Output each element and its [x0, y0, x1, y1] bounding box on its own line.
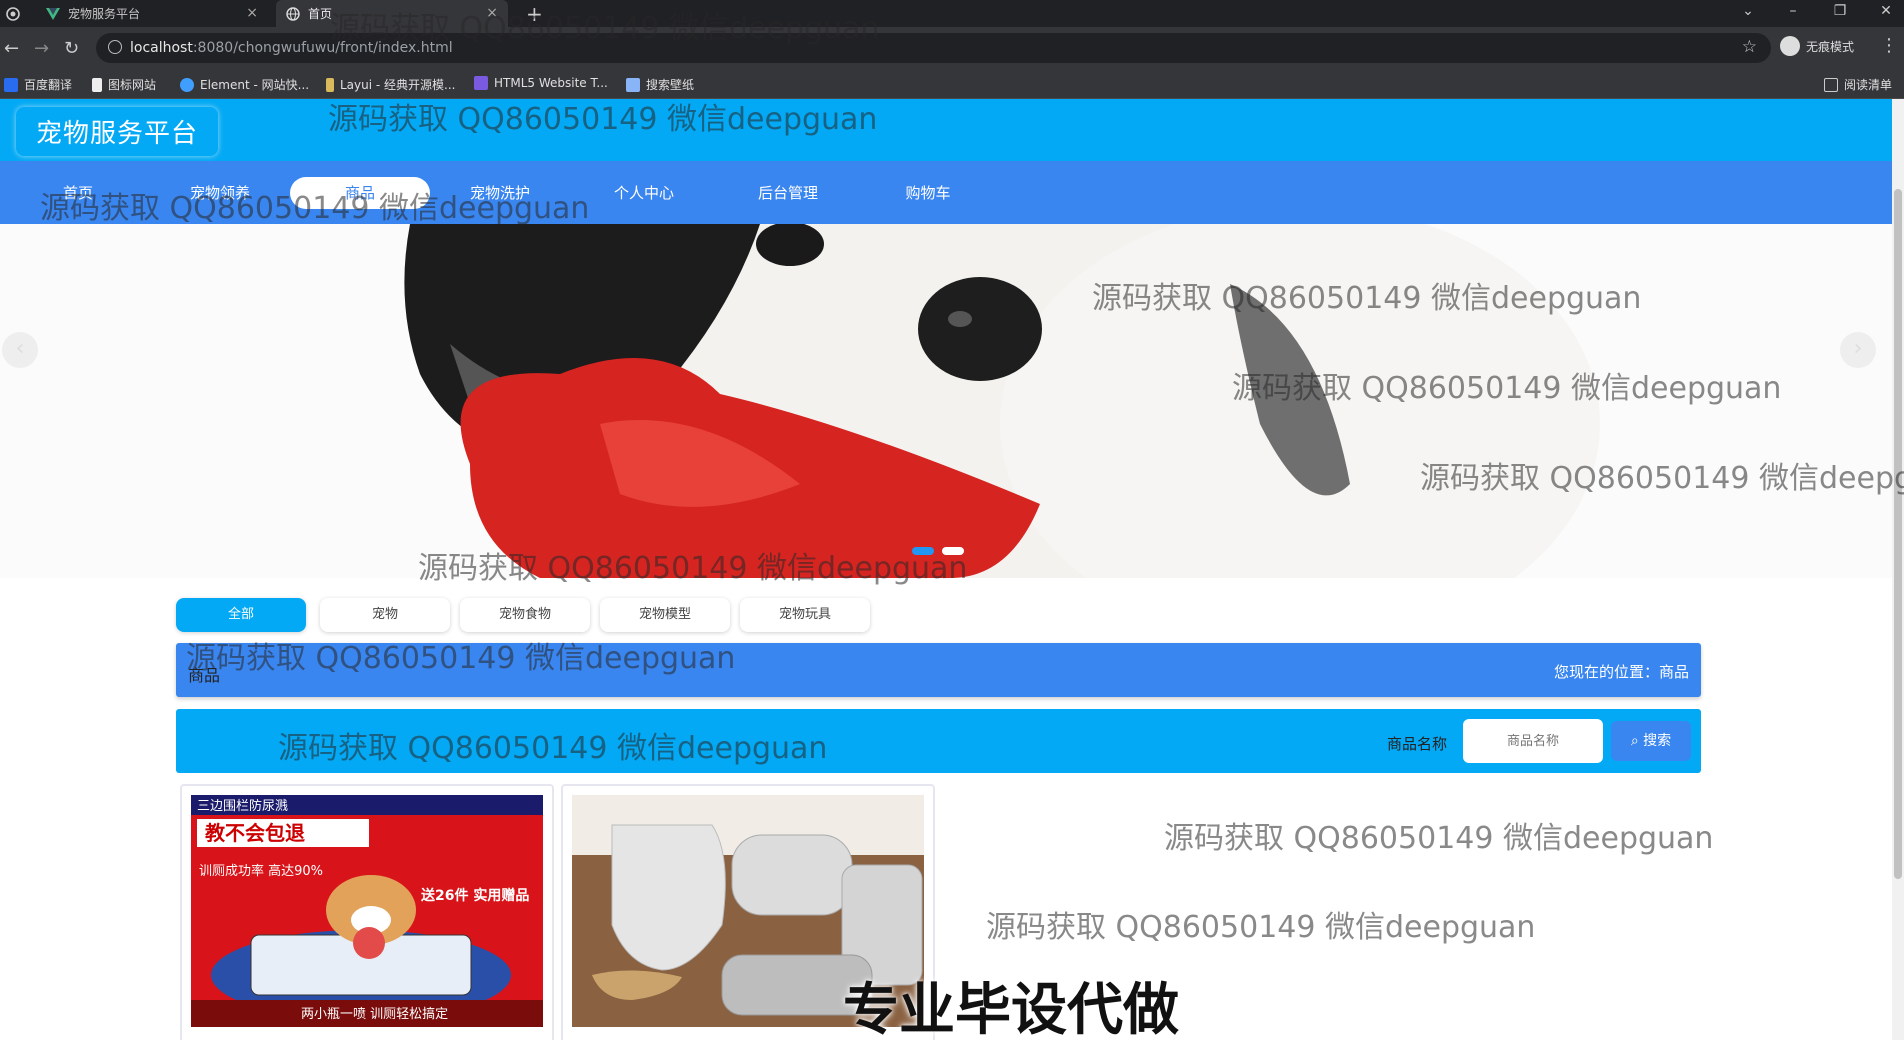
- vue-logo-icon: [46, 7, 60, 21]
- carousel-indicators: [912, 547, 964, 555]
- site-logo[interactable]: 宠物服务平台: [16, 107, 218, 156]
- flag-icon: [92, 77, 102, 92]
- wallpaper-logo-icon: [626, 77, 640, 92]
- puppy-photo: [0, 224, 1892, 578]
- nav-adoption[interactable]: 宠物领养: [150, 177, 290, 209]
- search-button[interactable]: ⌕ 搜索: [1611, 721, 1691, 761]
- address-bar-row: ← → ↻ localhost:8080/chongwufuwu/front/i…: [0, 27, 1904, 69]
- reading-list[interactable]: 阅读清单: [1824, 76, 1892, 93]
- search-icon: ⌕: [1630, 733, 1639, 749]
- page-title: 商品: [188, 666, 221, 685]
- bookmark-icon-site[interactable]: 图标网站: [92, 76, 156, 93]
- browser-menu-kebab-icon[interactable]: ⋮: [1880, 35, 1898, 56]
- back-icon[interactable]: ←: [4, 38, 19, 59]
- close-window-icon[interactable]: ✕: [1876, 3, 1896, 19]
- nav-grooming[interactable]: 宠物洗护: [430, 177, 570, 209]
- reload-icon[interactable]: ↻: [64, 38, 79, 59]
- category-all[interactable]: 全部: [176, 598, 306, 632]
- search-input[interactable]: [1463, 719, 1603, 763]
- svg-text:送26件 实用赠品: 送26件 实用赠品: [420, 887, 529, 904]
- bookmarks-bar: 百度翻译 图标网站 Element - 网站快... Layui - 经典开源模…: [0, 69, 1904, 99]
- carousel-dot[interactable]: [912, 547, 934, 555]
- close-tab-icon[interactable]: ×: [486, 5, 498, 21]
- page-scrollbar[interactable]: [1892, 99, 1904, 1040]
- svg-text:教不会包退: 教不会包退: [205, 821, 305, 845]
- hero-carousel: ‹ ›: [0, 224, 1892, 578]
- breadcrumb: 商品 您现在的位置：商品: [176, 643, 1701, 697]
- url-text: localhost:8080/chongwufuwu/front/index.h…: [130, 40, 453, 56]
- promo-overlay-text: 专业毕设代做: [843, 978, 1179, 1043]
- breadcrumb-location: 您现在的位置：商品: [1553, 663, 1689, 681]
- tab-search-icon[interactable]: ⌄: [1738, 3, 1758, 19]
- bookmark-layui[interactable]: Layui - 经典开源模...: [326, 76, 455, 93]
- bookmark-wallpaper[interactable]: 搜索壁纸: [626, 76, 694, 93]
- category-pet-toys[interactable]: 宠物玩具: [740, 598, 870, 632]
- site-info-icon[interactable]: [108, 40, 122, 54]
- reading-list-icon: [1824, 77, 1838, 92]
- tab-title: 宠物服务平台: [68, 7, 141, 21]
- tab-title: 首页: [308, 7, 333, 21]
- bookmark-element[interactable]: Element - 网站快...: [180, 76, 309, 93]
- nav-cart[interactable]: 购物车: [858, 177, 998, 209]
- carousel-dot[interactable]: [942, 547, 964, 555]
- nav-products[interactable]: 商品: [290, 177, 430, 209]
- bookmark-star-icon[interactable]: ☆: [1742, 37, 1757, 57]
- layui-logo-icon: [326, 77, 334, 92]
- url-input[interactable]: localhost:8080/chongwufuwu/front/index.h…: [96, 33, 1771, 63]
- browser-tab-bar: 宠物服务平台 × 首页 × + ⌄ – ❐ ✕: [0, 0, 1904, 27]
- incognito-indicator[interactable]: 无痕模式: [1780, 36, 1854, 56]
- carousel-next-icon[interactable]: ›: [1840, 332, 1876, 368]
- html5-logo-icon: [474, 76, 488, 90]
- new-tab-icon[interactable]: +: [526, 2, 543, 26]
- incognito-icon: [1780, 36, 1800, 56]
- svg-text:训厕成功率 高达90%: 训厕成功率 高达90%: [199, 863, 323, 879]
- tab-pet-platform[interactable]: 宠物服务平台 ×: [36, 0, 268, 27]
- svg-text:两小瓶一喷 训厕轻松搞定: 两小瓶一喷 训厕轻松搞定: [301, 1006, 448, 1022]
- search-label: 商品名称: [1387, 735, 1448, 753]
- nav-profile[interactable]: 个人中心: [574, 177, 714, 209]
- nav-admin[interactable]: 后台管理: [718, 177, 858, 209]
- minimize-icon[interactable]: –: [1783, 3, 1803, 19]
- browser-menu-icon[interactable]: [6, 6, 20, 21]
- page-viewport: 宠物服务平台 首页 宠物领养 商品 宠物洗护 个人中心 后台管理 购物车 ‹ ›…: [0, 99, 1892, 1040]
- svg-text:三边围栏防尿溅: 三边围栏防尿溅: [197, 798, 288, 814]
- category-pets[interactable]: 宠物: [320, 598, 450, 632]
- bookmark-html5[interactable]: HTML5 Website T...: [474, 76, 608, 90]
- scrollbar-thumb[interactable]: [1894, 189, 1902, 879]
- category-pet-models[interactable]: 宠物模型: [600, 598, 730, 632]
- site-header: 宠物服务平台: [0, 99, 1892, 161]
- forward-icon[interactable]: →: [34, 38, 49, 59]
- bookmark-baidu-translate[interactable]: 百度翻译: [4, 76, 72, 93]
- restore-icon[interactable]: ❐: [1830, 3, 1850, 19]
- translate-icon: [4, 77, 18, 92]
- category-pet-food[interactable]: 宠物食物: [460, 598, 590, 632]
- tab-home[interactable]: 首页 ×: [276, 0, 508, 27]
- globe-icon: [286, 6, 300, 21]
- main-nav: 首页 宠物领养 商品 宠物洗护 个人中心 后台管理 购物车: [0, 161, 1892, 224]
- close-tab-icon[interactable]: ×: [246, 5, 258, 21]
- incognito-label: 无痕模式: [1806, 39, 1855, 54]
- product-card[interactable]: 三边围栏防尿溅 教不会包退 训厕成功率 高达90% 送26件 实用赠品 两小瓶一…: [180, 784, 554, 1040]
- element-logo-icon: [180, 77, 194, 92]
- carousel-prev-icon[interactable]: ‹: [2, 332, 38, 368]
- nav-home[interactable]: 首页: [8, 177, 148, 209]
- search-bar: 商品名称 ⌕ 搜索: [176, 709, 1701, 773]
- product-image[interactable]: 三边围栏防尿溅 教不会包退 训厕成功率 高达90% 送26件 实用赠品 两小瓶一…: [191, 795, 543, 1027]
